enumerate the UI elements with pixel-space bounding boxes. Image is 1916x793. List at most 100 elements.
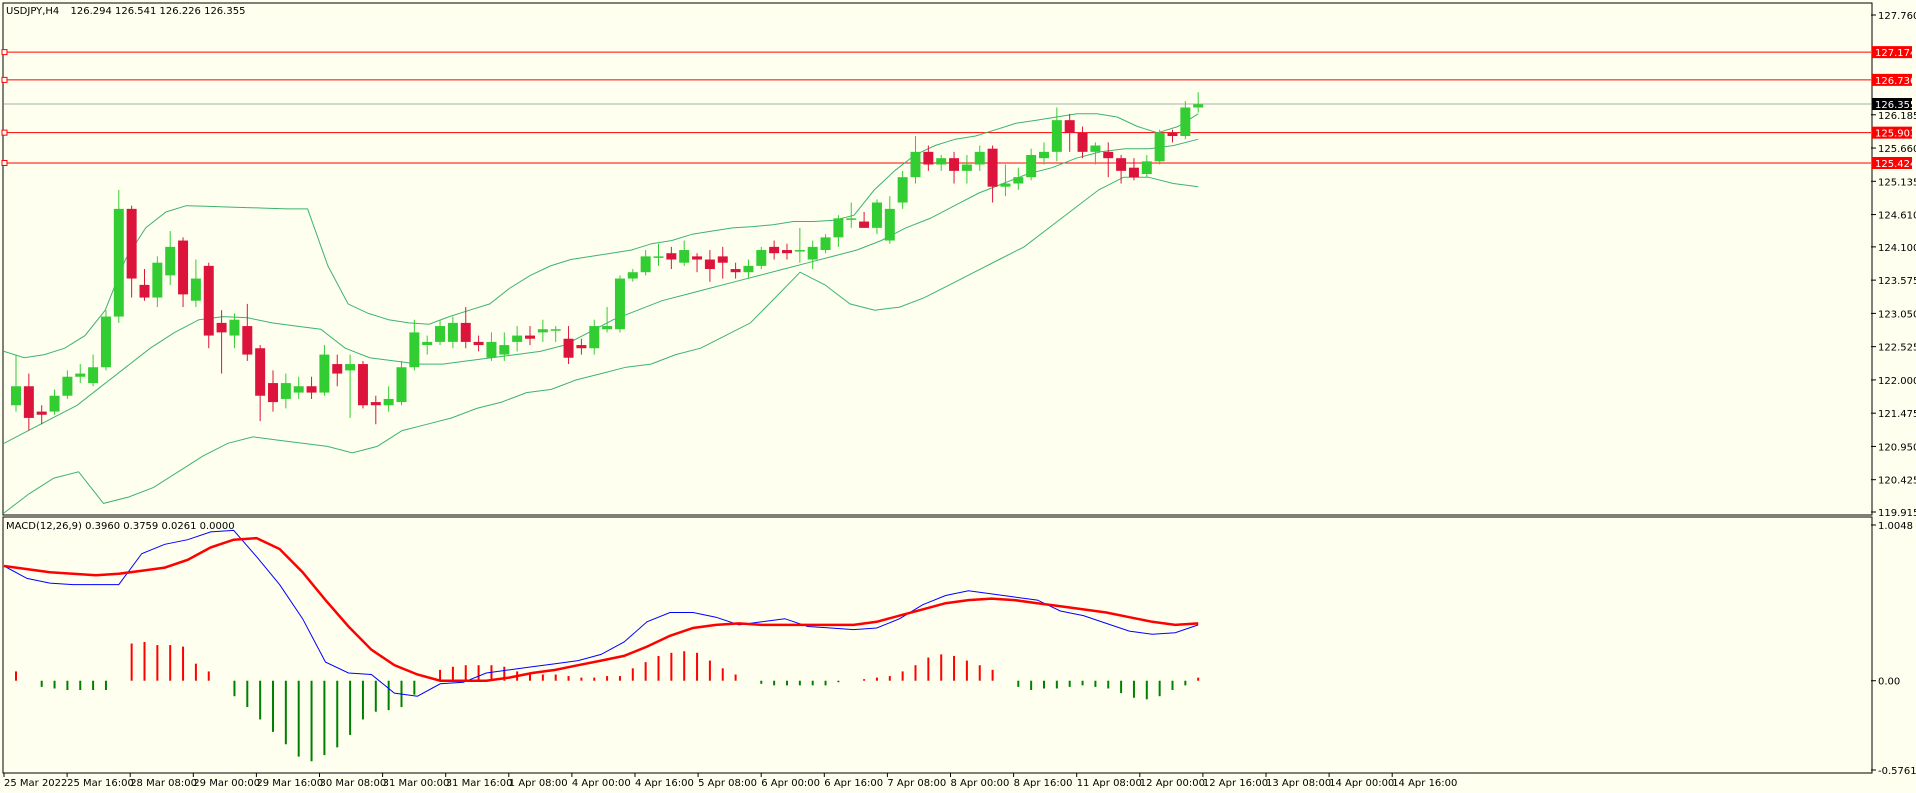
candle-body [268, 383, 278, 403]
candle-body [435, 326, 446, 342]
time-tick-label: 12 Apr 00:00 [1140, 778, 1205, 789]
candle-body [820, 237, 831, 251]
time-tick-label: 31 Mar 16:00 [446, 778, 513, 789]
level-handle [1, 76, 8, 83]
candle-body [1051, 120, 1062, 152]
candle-body [1026, 155, 1037, 178]
candle-body [961, 164, 972, 171]
time-tick-label: 6 Apr 00:00 [761, 778, 820, 789]
level-price-label: 126.736 [1875, 76, 1916, 87]
time-tick-label: 4 Apr 16:00 [635, 778, 694, 789]
candle-body [36, 411, 47, 415]
time-tick-label: 11 Apr 08:00 [1077, 778, 1142, 789]
candle-body [23, 386, 34, 418]
candle-body [627, 272, 638, 279]
candle-body [846, 218, 857, 220]
candle-body [666, 253, 677, 260]
price-tick-label: 126.185 [1878, 111, 1916, 122]
candle-body [782, 250, 792, 254]
candle-body [178, 240, 189, 295]
candle-body [242, 326, 253, 355]
candle-body [512, 335, 523, 342]
time-tick-label: 30 Mar 08:00 [320, 778, 387, 789]
price-tick-label: 125.135 [1878, 177, 1916, 188]
candle-body [884, 208, 895, 241]
candle-body [49, 395, 60, 412]
time-tick-label: 7 Apr 08:00 [887, 778, 946, 789]
candle-body [1141, 161, 1152, 175]
time-tick-label: 8 Apr 00:00 [951, 778, 1010, 789]
candle-body [1128, 167, 1139, 178]
candle-body [280, 383, 291, 399]
current-price-label: 126.355 [1875, 100, 1916, 111]
candle-body [447, 322, 458, 342]
price-tick-label: 120.425 [1878, 476, 1916, 487]
candle [357, 360, 368, 409]
time-tick-label: 1 Apr 08:00 [509, 778, 568, 789]
candle-body [936, 158, 947, 165]
time-tick-label: 31 Mar 00:00 [383, 778, 450, 789]
candle-body [525, 335, 535, 339]
price-tick-label: 122.525 [1878, 343, 1916, 354]
time-tick-label: 14 Apr 00:00 [1329, 778, 1394, 789]
candle-body [640, 256, 651, 273]
candle-body [769, 246, 780, 254]
candle-body [923, 151, 934, 165]
candle-body [743, 265, 754, 273]
candle-body [345, 364, 356, 371]
indicator-tick-label: 1.0048 [1878, 521, 1913, 532]
price-tick-label: 120.950 [1878, 442, 1916, 453]
candle-body [152, 262, 163, 298]
candle-body [704, 259, 715, 270]
level-handle [1, 49, 8, 56]
candle-body [974, 151, 985, 165]
time-tick-label: 25 Mar 2022 [4, 778, 67, 789]
price-tick-label: 127.760 [1878, 11, 1916, 22]
candle-body [460, 322, 471, 342]
candle-body [833, 218, 844, 238]
candle-body [1013, 177, 1024, 184]
ohlc-readout: 126.294 126.541 126.226 126.355 [70, 6, 245, 17]
candle-body [1116, 158, 1127, 171]
candle-body [1064, 120, 1075, 133]
price-tick-label: 123.050 [1878, 309, 1916, 320]
candle [113, 189, 124, 323]
candle-body [62, 376, 73, 396]
candle-body [717, 256, 728, 263]
time-tick-label: 28 Mar 08:00 [130, 778, 197, 789]
candle-body [370, 402, 381, 406]
time-tick-label: 13 Apr 08:00 [1266, 778, 1331, 789]
candle-body [1039, 151, 1049, 159]
price-tick-label: 123.575 [1878, 276, 1916, 287]
candle-body [602, 326, 613, 330]
chart-header: USDJPY,H4 126.294 126.541 126.226 126.35… [6, 6, 245, 17]
candle [614, 275, 625, 333]
candle [100, 310, 111, 371]
price-tick-label: 124.610 [1878, 211, 1916, 222]
price-tick-label: 125.660 [1878, 144, 1916, 155]
time-tick-label: 12 Apr 16:00 [1203, 778, 1268, 789]
candle-body [306, 386, 317, 393]
candle-body [1103, 151, 1114, 159]
price-tick-label: 121.475 [1878, 409, 1916, 420]
candle-body [396, 367, 407, 403]
candle-body [653, 256, 664, 258]
candle-body [473, 341, 484, 346]
symbol-label: USDJPY,H4 [6, 6, 59, 17]
indicator-tick-label: 0.00 [1878, 677, 1900, 688]
level-handle [1, 159, 8, 166]
level-price-label: 125.424 [1875, 159, 1916, 170]
candle-body [357, 364, 368, 406]
candle-body [75, 373, 86, 377]
candle-body [897, 177, 908, 203]
candle-body [203, 265, 214, 336]
time-tick-label: 8 Apr 16:00 [1014, 778, 1073, 789]
candle-body [293, 386, 304, 393]
time-tick-label: 29 Mar 00:00 [193, 778, 260, 789]
candle-body [692, 256, 703, 260]
time-tick-label: 5 Apr 08:00 [698, 778, 757, 789]
macd-label: MACD(12,26,9) 0.3960 0.3759 0.0261 0.000… [6, 521, 235, 532]
chart-window[interactable]: 127.174 126.736 125.903 125.424 126.355 127.… [0, 0, 1916, 793]
candle [1154, 129, 1165, 165]
price-tick-label: 124.100 [1878, 243, 1916, 254]
